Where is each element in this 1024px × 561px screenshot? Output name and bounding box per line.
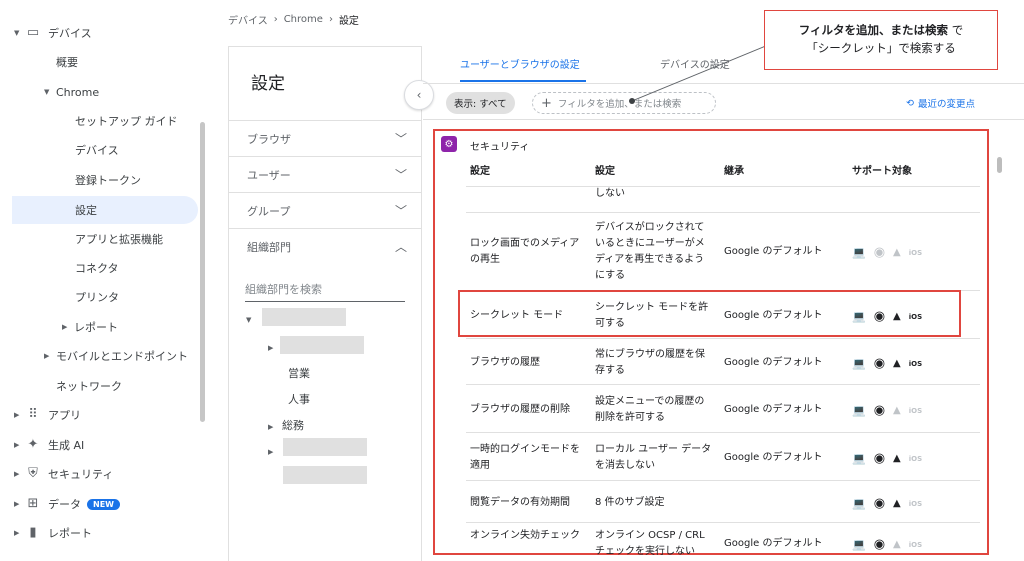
annotation-callout: フィルタを追加、または検索 で 「シークレット」で検索する [764,10,998,70]
callout-text: で [948,23,964,37]
callout-line2: 「シークレット」で検索する [806,41,956,55]
callout-bold: フィルタを追加、または検索 [798,23,949,37]
callout-leader-line [629,35,791,104]
